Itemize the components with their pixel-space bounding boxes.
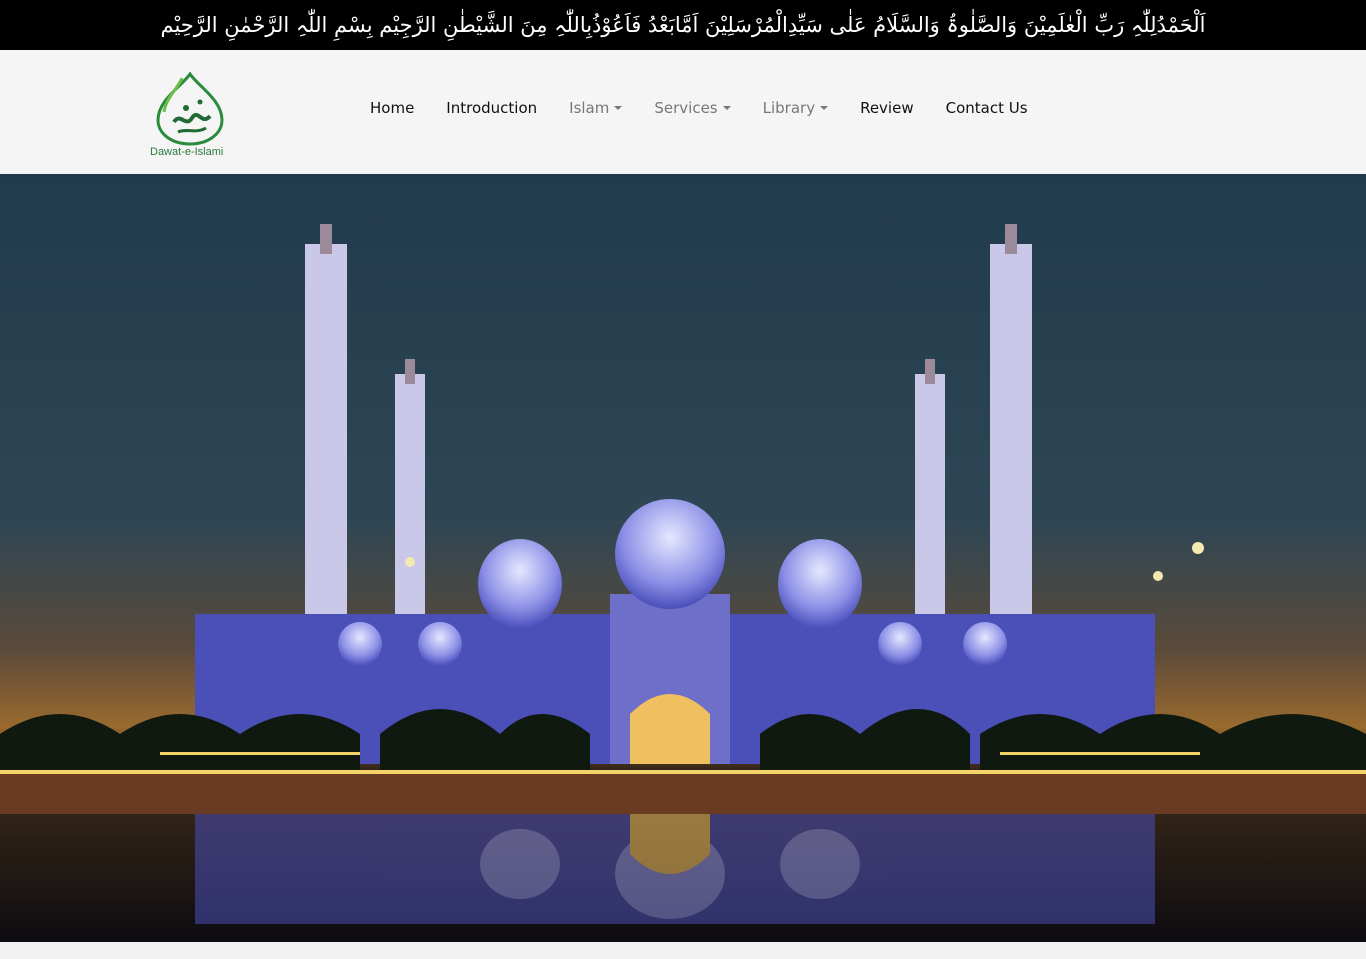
hero-mosque-image xyxy=(0,174,1366,942)
chevron-down-icon xyxy=(614,106,623,110)
nav-islam-label: Islam xyxy=(569,99,610,117)
page-bottom xyxy=(0,942,1366,959)
navbar: Dawat-e-Islami Home Introduction Islam S… xyxy=(0,50,1366,174)
arabic-banner-text: اَلْحَمْدُلِلّٰہِ رَبِّ الْعٰلَمِیْنَ وَ… xyxy=(160,13,1206,37)
main-nav: Home Introduction Islam Services Library… xyxy=(354,95,1044,121)
nav-islam-dropdown[interactable]: Islam xyxy=(553,95,638,121)
nav-services-label: Services xyxy=(654,99,718,117)
nav-contact-label: Contact Us xyxy=(945,99,1028,117)
nav-home[interactable]: Home xyxy=(354,95,430,121)
nav-home-label: Home xyxy=(370,99,415,117)
logo-icon xyxy=(156,72,224,146)
site-logo[interactable]: Dawat-e-Islami xyxy=(150,72,230,160)
nav-contact[interactable]: Contact Us xyxy=(930,95,1044,121)
nav-review-label: Review xyxy=(860,99,914,117)
nav-services-dropdown[interactable]: Services xyxy=(638,95,746,121)
chevron-down-icon xyxy=(722,106,731,110)
logo-text: Dawat-e-Islami xyxy=(150,146,224,158)
nav-introduction-label: Introduction xyxy=(446,99,538,117)
nav-introduction[interactable]: Introduction xyxy=(430,95,553,121)
nav-library-dropdown[interactable]: Library xyxy=(747,95,844,121)
nav-library-label: Library xyxy=(762,99,816,117)
nav-review[interactable]: Review xyxy=(844,95,930,121)
chevron-down-icon xyxy=(820,106,829,110)
top-banner: اَلْحَمْدُلِلّٰہِ رَبِّ الْعٰلَمِیْنَ وَ… xyxy=(0,0,1366,50)
